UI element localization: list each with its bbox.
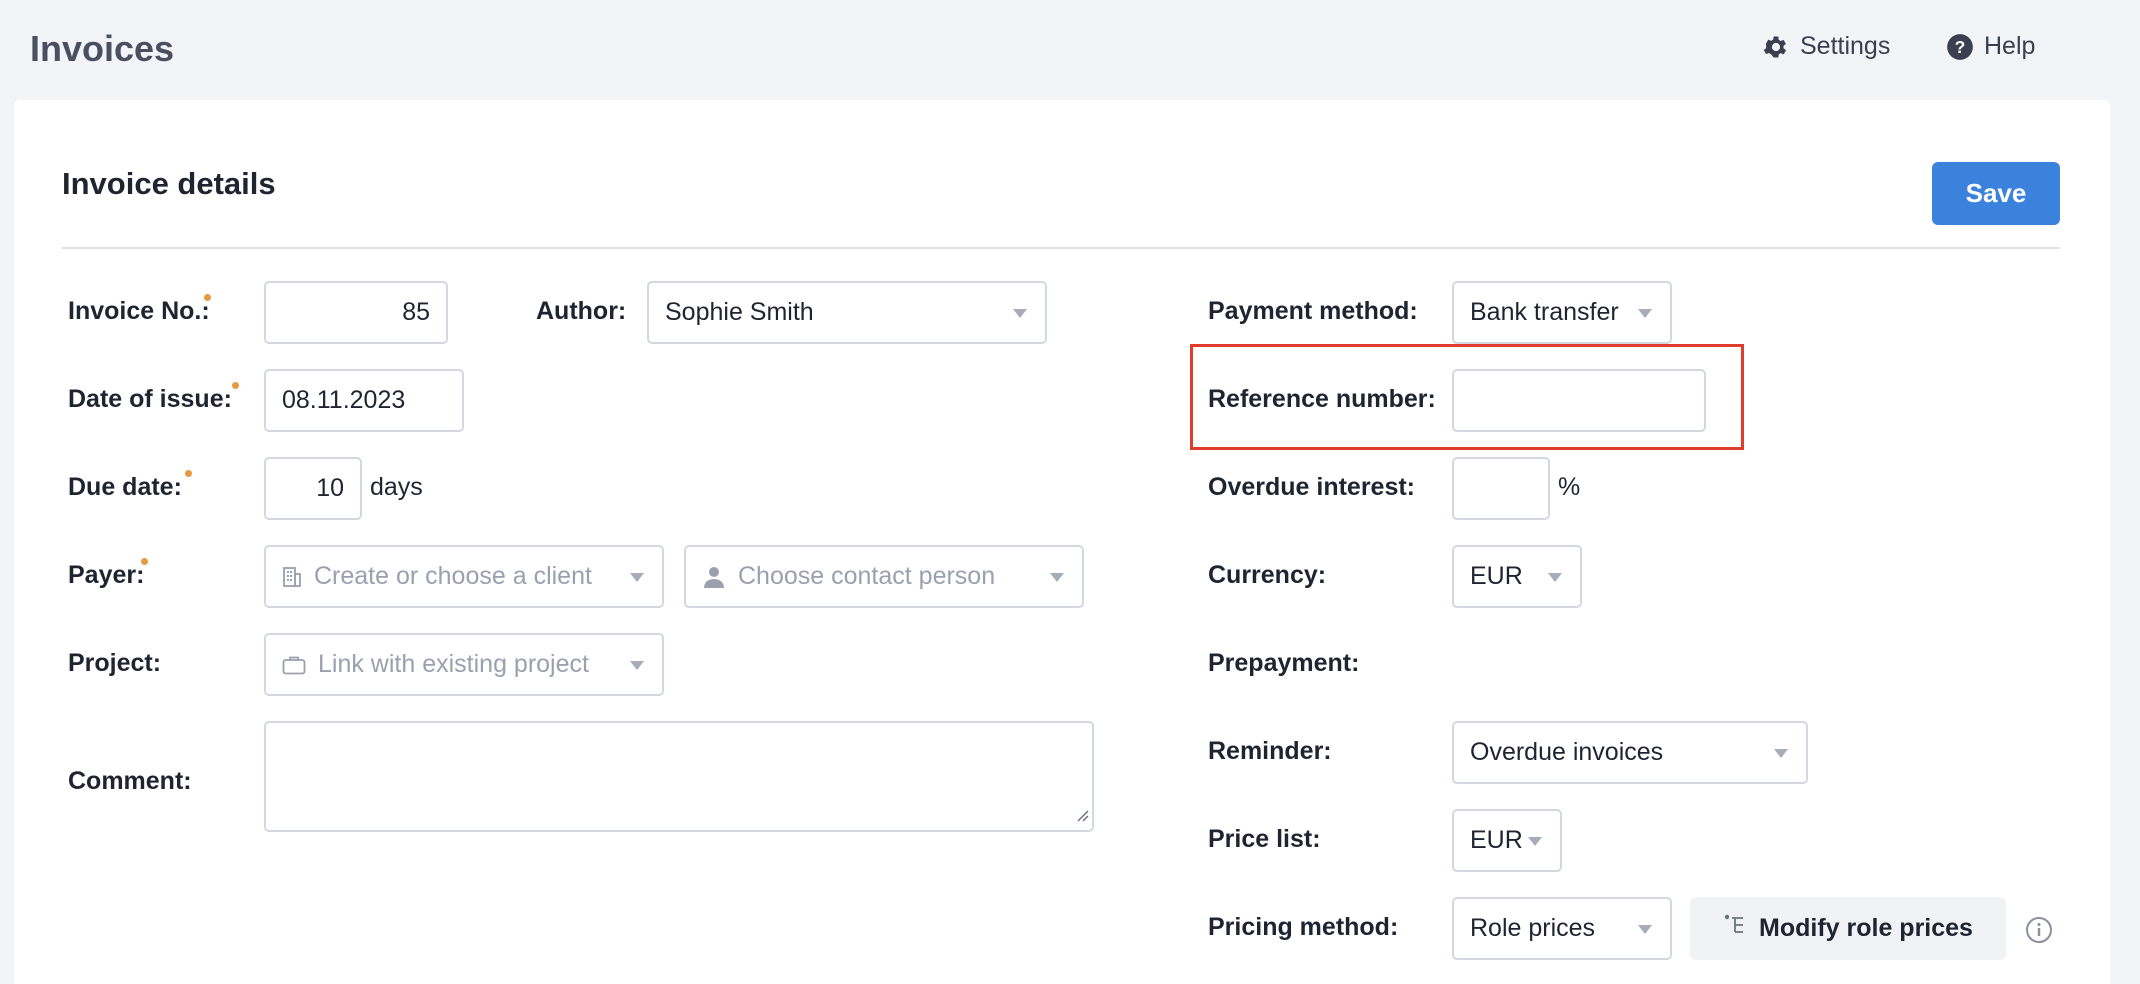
- due-date-suffix: days: [370, 473, 423, 501]
- required-indicator: [204, 294, 211, 301]
- invoice-card: [14, 100, 2110, 984]
- gear-icon: [1762, 33, 1790, 61]
- currency-label: Currency:: [1208, 561, 1327, 589]
- project-label: Project:: [68, 649, 162, 677]
- person-icon: [702, 565, 726, 589]
- required-indicator: [185, 470, 192, 477]
- save-button[interactable]: Save: [1932, 162, 2060, 225]
- section-title: Invoice details: [62, 166, 276, 201]
- invoice-no-label: Invoice No.:: [68, 297, 210, 325]
- overdue-interest-input[interactable]: [1452, 457, 1550, 520]
- chevron-down-icon: [1013, 309, 1027, 318]
- price-list-label: Price list:: [1208, 825, 1321, 853]
- pricing-method-label: Pricing method:: [1208, 913, 1399, 941]
- required-indicator: [232, 382, 239, 389]
- building-icon: [282, 566, 302, 588]
- briefcase-icon: [282, 655, 306, 675]
- payment-method-select[interactable]: Bank transfer: [1452, 281, 1672, 344]
- page-title: Invoices: [30, 28, 175, 69]
- date-of-issue-label: Date of issue:: [68, 385, 232, 413]
- currency-value: EUR: [1470, 562, 1523, 590]
- modify-role-prices-label: Modify role prices: [1759, 914, 1973, 942]
- chevron-down-icon: [1638, 925, 1652, 934]
- divider: [62, 247, 2060, 249]
- reference-number-label: Reference number:: [1208, 385, 1436, 413]
- chevron-down-icon: [630, 661, 644, 670]
- date-of-issue-input[interactable]: 08.11.2023: [264, 369, 464, 432]
- chevron-down-icon: [1638, 309, 1652, 318]
- author-label: Author:: [536, 297, 627, 325]
- modify-role-prices-button[interactable]: Modify role prices: [1690, 897, 2006, 960]
- date-of-issue-value: 08.11.2023: [282, 386, 406, 414]
- overdue-interest-suffix: %: [1558, 473, 1581, 501]
- prepayment-label: Prepayment:: [1208, 649, 1360, 677]
- payer-contact-select[interactable]: Choose contact person: [684, 545, 1084, 608]
- reference-number-input[interactable]: [1452, 369, 1706, 432]
- payment-method-label: Payment method:: [1208, 297, 1418, 325]
- payer-label: Payer:: [68, 561, 145, 589]
- author-select[interactable]: Sophie Smith: [647, 281, 1047, 344]
- payer-client-placeholder: Create or choose a client: [314, 562, 592, 590]
- invoice-no-input[interactable]: 85: [264, 281, 448, 344]
- due-date-value: 10: [316, 474, 344, 502]
- resize-handle-icon[interactable]: [1075, 808, 1089, 827]
- currency-select[interactable]: EUR: [1452, 545, 1582, 608]
- due-date-input[interactable]: 10: [264, 457, 362, 520]
- due-date-label: Due date:: [68, 473, 182, 501]
- overdue-interest-label: Overdue interest:: [1208, 473, 1416, 501]
- invoice-no-value: 85: [402, 298, 430, 326]
- info-icon[interactable]: [2025, 916, 2053, 949]
- payer-contact-placeholder: Choose contact person: [738, 562, 996, 590]
- required-indicator: [141, 558, 148, 565]
- pricing-method-select[interactable]: Role prices: [1452, 897, 1672, 960]
- payer-client-select[interactable]: Create or choose a client: [264, 545, 664, 608]
- reminder-select[interactable]: Overdue invoices: [1452, 721, 1808, 784]
- project-select[interactable]: Link with existing project: [264, 633, 664, 696]
- chevron-down-icon: [630, 573, 644, 582]
- help-label: Help: [1984, 32, 2036, 60]
- reminder-value: Overdue invoices: [1470, 738, 1664, 766]
- chevron-down-icon: [1774, 749, 1788, 758]
- chevron-down-icon: [1528, 837, 1542, 846]
- price-list-value: EUR: [1470, 826, 1523, 854]
- price-list-select[interactable]: EUR: [1452, 809, 1562, 872]
- help-icon: ?: [1946, 33, 1974, 61]
- project-placeholder: Link with existing project: [318, 650, 589, 678]
- reminder-label: Reminder:: [1208, 737, 1332, 765]
- hierarchy-icon: [1723, 913, 1747, 944]
- settings-link[interactable]: Settings: [1762, 32, 1890, 61]
- comment-textarea[interactable]: [264, 721, 1094, 832]
- author-value: Sophie Smith: [665, 298, 814, 326]
- payment-method-value: Bank transfer: [1470, 298, 1619, 326]
- help-link[interactable]: ? Help: [1946, 32, 2035, 61]
- chevron-down-icon: [1050, 573, 1064, 582]
- chevron-down-icon: [1548, 573, 1562, 582]
- comment-label: Comment:: [68, 767, 192, 795]
- settings-label: Settings: [1800, 32, 1891, 60]
- pricing-method-value: Role prices: [1470, 914, 1596, 942]
- svg-text:?: ?: [1955, 36, 1966, 56]
